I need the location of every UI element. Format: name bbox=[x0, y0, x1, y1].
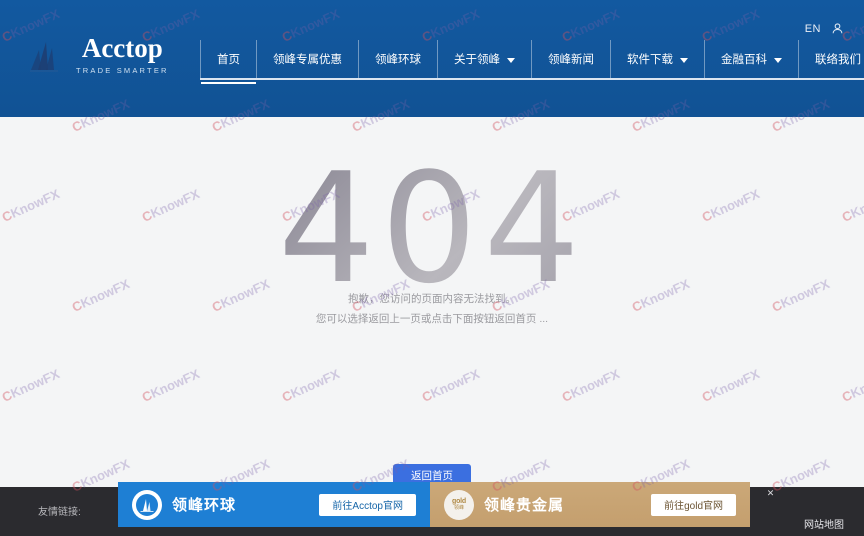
nav-item-label: 联络我们 bbox=[815, 54, 861, 66]
nav-item-label: 领峰专属优惠 bbox=[273, 54, 342, 66]
chevron-down-icon bbox=[507, 57, 515, 63]
user-account-icon[interactable] bbox=[831, 22, 844, 35]
banner-gold-cta-button[interactable]: 前往gold官网 bbox=[651, 493, 736, 516]
nav-underline bbox=[200, 78, 864, 80]
bottom-banner-row: 领峰环球 前往Acctop官网 gold 领峰 领峰贵金属 前往gold官网 bbox=[118, 482, 750, 527]
nav-item-label: 金融百科 bbox=[721, 54, 767, 66]
nav-item-promotions[interactable]: 领峰专属优惠 bbox=[257, 40, 359, 78]
banner-close-icon[interactable]: ✕ bbox=[764, 487, 777, 500]
banner-title: 领峰环球 bbox=[172, 497, 237, 514]
nav-item-global[interactable]: 领峰环球 bbox=[359, 40, 438, 78]
error-message-line-1: 抱歉，您访问的页面内容无法找到。 bbox=[348, 293, 516, 305]
nav-item-contact[interactable]: 联络我们 bbox=[799, 40, 864, 78]
gold-logo-text-top: gold bbox=[452, 498, 466, 505]
sitemap-link[interactable]: 网站地图 bbox=[804, 516, 844, 531]
page-root: EN Acctop TRADE SMARTER 首页 领峰专属优惠 领峰环球 关… bbox=[0, 0, 864, 536]
main-navigation: 首页 领峰专属优惠 领峰环球 关于领峰 领峰新闻 软件下载 金融百科 联络我们 bbox=[200, 40, 864, 84]
banner-acctop-cta-button[interactable]: 前往Acctop官网 bbox=[319, 493, 416, 516]
banner-acctop-gold[interactable]: gold 领峰 领峰贵金属 前往gold官网 bbox=[430, 482, 750, 527]
nav-item-label: 软件下载 bbox=[627, 54, 673, 66]
logo-text-group: Acctop TRADE SMARTER bbox=[76, 33, 169, 76]
chevron-down-icon bbox=[680, 57, 688, 63]
nav-item-encyclopedia[interactable]: 金融百科 bbox=[705, 40, 799, 78]
nav-item-downloads[interactable]: 软件下载 bbox=[611, 40, 705, 78]
header-topbar: EN bbox=[805, 22, 844, 35]
nav-item-label: 关于领峰 bbox=[454, 54, 500, 66]
site-logo[interactable]: Acctop TRADE SMARTER bbox=[26, 32, 169, 76]
gold-logo-text-bottom: 领峰 bbox=[453, 505, 464, 511]
nav-item-news[interactable]: 领峰新闻 bbox=[532, 40, 611, 78]
logo-name: Acctop bbox=[81, 33, 163, 63]
acctop-mountain-logo-icon bbox=[26, 32, 70, 76]
error-page-main: 404 抱歉，您访问的页面内容无法找到。 您可以选择返回上一页或点击下面按钮返回… bbox=[0, 117, 864, 487]
gold-circle-logo-icon: gold 领峰 bbox=[444, 489, 474, 520]
banner-title: 领峰贵金属 bbox=[484, 497, 565, 514]
language-switch-link[interactable]: EN bbox=[805, 23, 821, 35]
chevron-down-icon bbox=[774, 57, 782, 63]
nav-item-home[interactable]: 首页 bbox=[200, 40, 257, 84]
nav-item-about[interactable]: 关于领峰 bbox=[438, 40, 532, 78]
nav-item-label: 首页 bbox=[217, 54, 240, 66]
banner-acctop-global[interactable]: 领峰环球 前往Acctop官网 bbox=[118, 482, 430, 527]
acctop-circle-logo-icon bbox=[132, 489, 162, 520]
nav-item-label: 领峰环球 bbox=[375, 54, 421, 66]
error-code: 404 bbox=[0, 153, 864, 305]
nav-item-label: 领峰新闻 bbox=[548, 54, 594, 66]
site-header: EN Acctop TRADE SMARTER 首页 领峰专属优惠 领峰环球 关… bbox=[0, 0, 864, 117]
error-message: 抱歉，您访问的页面内容无法找到。 您可以选择返回上一页或点击下面按钮返回首页 .… bbox=[0, 289, 864, 329]
friend-links-label: 友情链接: bbox=[38, 507, 81, 518]
error-message-line-2: 您可以选择返回上一页或点击下面按钮返回首页 ... bbox=[315, 313, 549, 325]
logo-tagline: TRADE SMARTER bbox=[76, 66, 169, 75]
